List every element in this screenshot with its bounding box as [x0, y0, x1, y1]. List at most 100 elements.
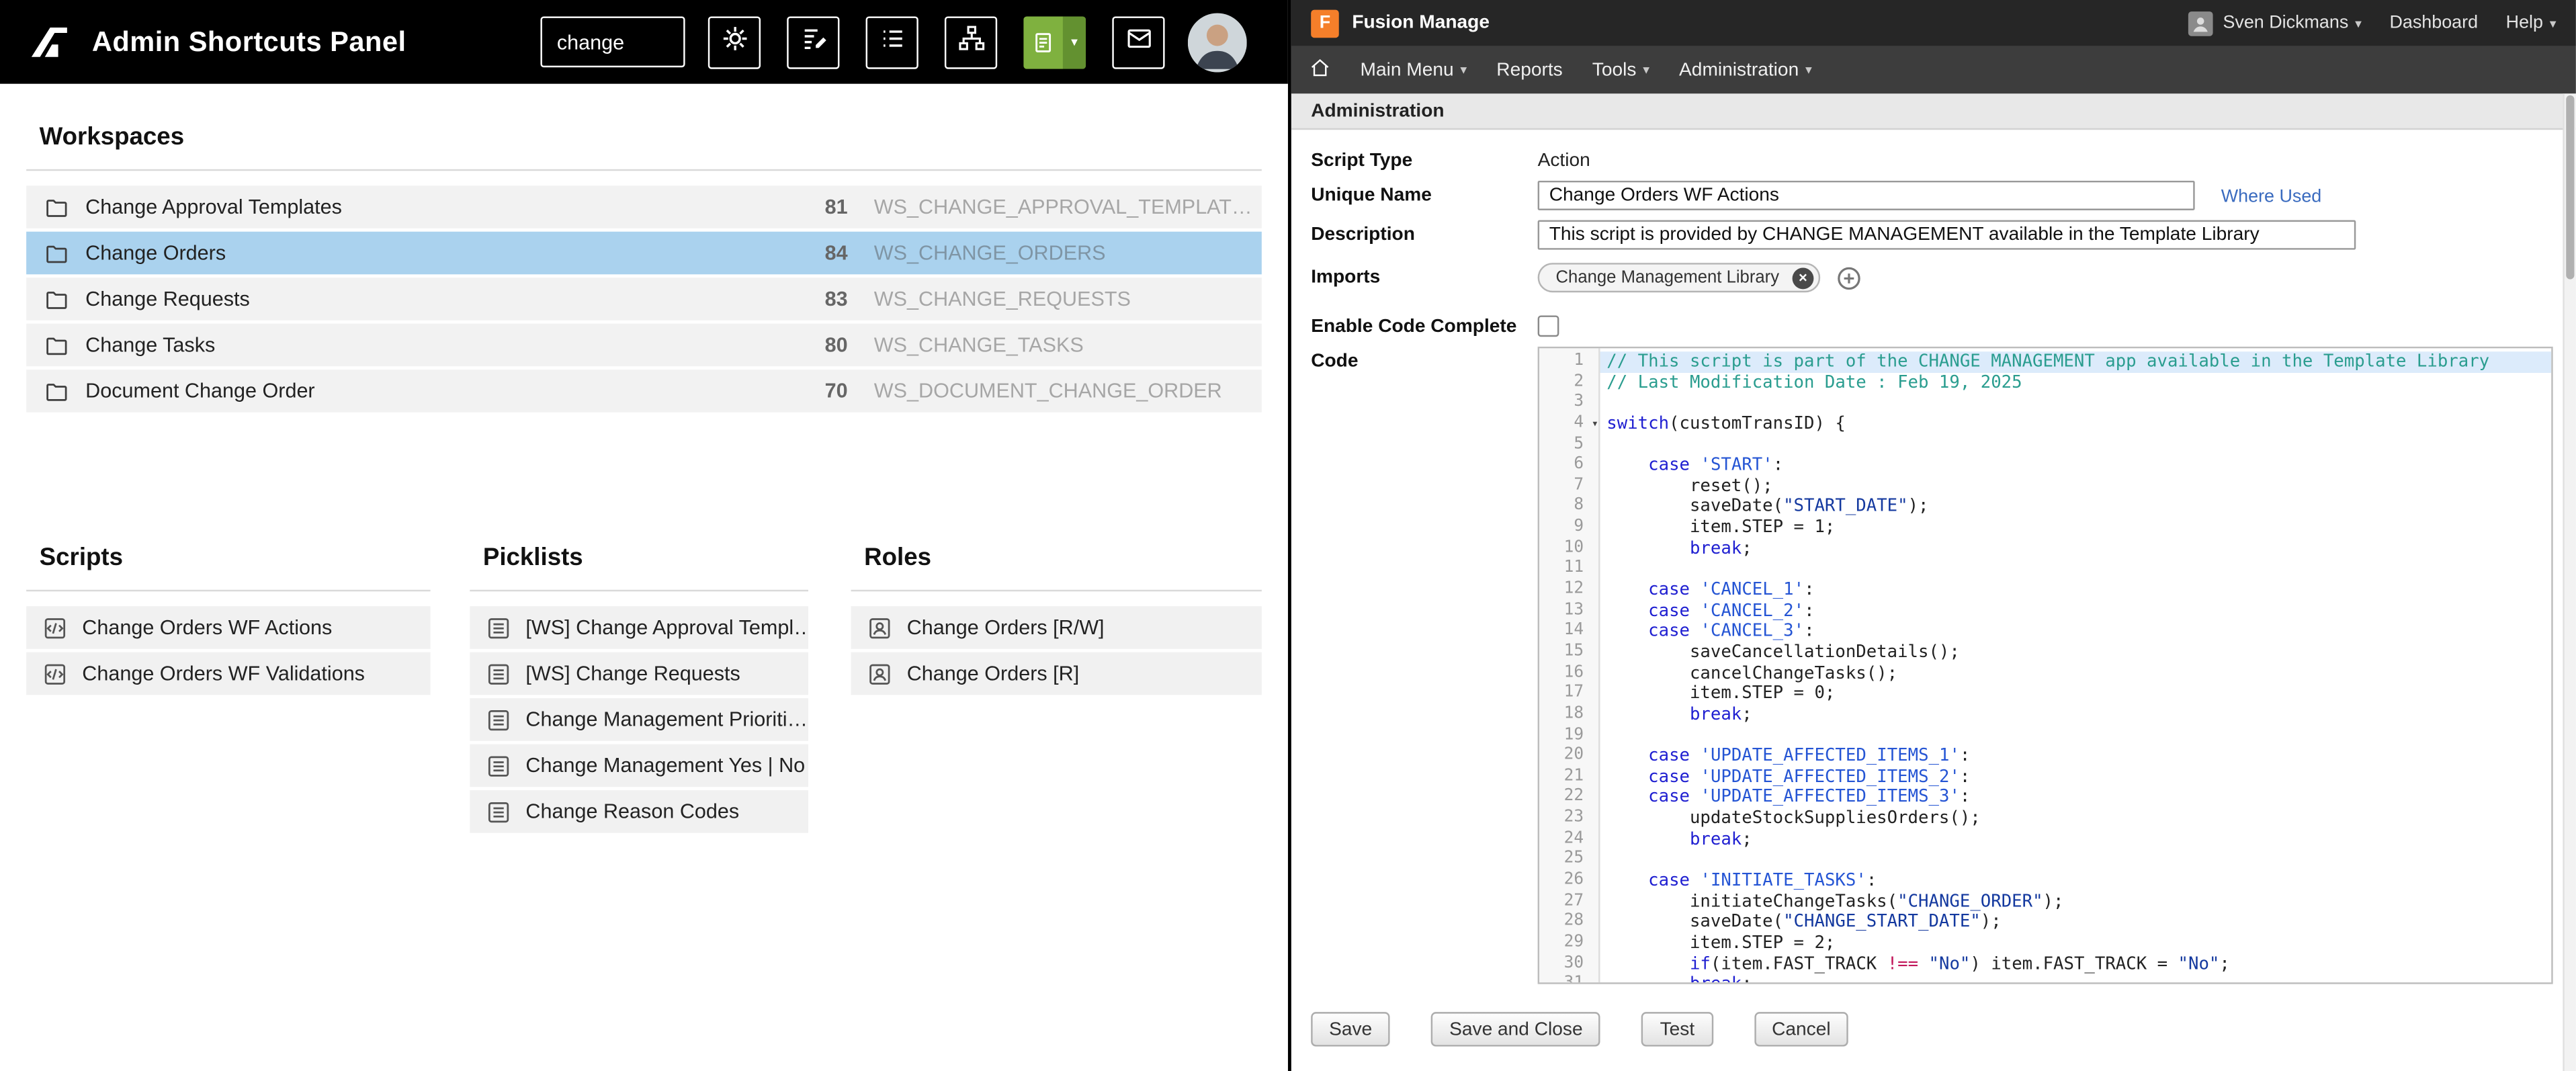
code-area[interactable]: // This script is part of the CHANGE MAN… — [1600, 348, 2552, 982]
script-edit-icon — [800, 24, 828, 60]
script-icon — [26, 615, 82, 640]
picklist-icon — [470, 800, 525, 824]
code-line: ​ — [1600, 393, 2552, 414]
workspace-count: 81 — [772, 196, 847, 218]
line-number: 11 — [1539, 559, 1598, 580]
code-line: saveDate("CHANGE_START_DATE"); — [1600, 912, 2552, 933]
line-number: 3 — [1539, 393, 1598, 414]
code-line: saveCancellationDetails(); — [1600, 642, 2552, 663]
workspace-row-selected[interactable]: Change Orders 84 WS_CHANGE_ORDERS — [26, 232, 1262, 275]
picklist-item[interactable]: Change Reason Codes — [470, 790, 808, 833]
workspace-row[interactable]: Change Requests 83 WS_CHANGE_REQUESTS — [26, 277, 1262, 320]
user-avatar[interactable] — [1188, 12, 1247, 71]
page-title: Administration — [1291, 93, 2576, 130]
add-import-button[interactable] — [1837, 266, 1862, 299]
workspace-label: Change Orders — [85, 241, 772, 264]
role-item[interactable]: Change Orders [R] — [851, 652, 1262, 695]
code-editor[interactable]: 1234▾56789101112131415161718192021222324… — [1538, 347, 2553, 984]
script-icon — [26, 661, 82, 686]
workspace-code: WS_DOCUMENT_CHANGE_ORDER — [848, 380, 1262, 402]
description-input[interactable] — [1538, 220, 2356, 250]
home-button[interactable] — [1310, 56, 1331, 83]
mail-button[interactable] — [1112, 15, 1164, 68]
scrollbar-thumb[interactable] — [2566, 95, 2574, 280]
caret-down-icon: ▾ — [1805, 62, 1812, 77]
right-panel-scrollbar[interactable] — [2563, 93, 2576, 1071]
nav-tools[interactable]: Tools▾ — [1592, 60, 1649, 79]
code-line: case 'UPDATE_AFFECTED_ITEMS_3': — [1600, 787, 2552, 808]
enable-code-complete-checkbox[interactable] — [1538, 315, 1559, 337]
code-line: case 'CANCEL_2': — [1600, 601, 2552, 622]
help-menu[interactable]: Help ▾ — [2506, 13, 2557, 33]
picklist-item[interactable]: [WS] Change Requests — [470, 652, 808, 695]
workspace-row[interactable]: Change Approval Templates 81 WS_CHANGE_A… — [26, 185, 1262, 228]
save-button[interactable]: Save — [1311, 1012, 1390, 1046]
script-item[interactable]: Change Orders WF Actions — [26, 606, 430, 649]
remove-import-icon[interactable]: × — [1793, 267, 1814, 288]
script-type-label: Script Type — [1311, 146, 1537, 171]
picklist-icon — [470, 661, 525, 686]
workspace-row[interactable]: Document Change Order 70 WS_DOCUMENT_CHA… — [26, 370, 1262, 413]
description-label: Description — [1311, 220, 1537, 245]
test-button[interactable]: Test — [1642, 1012, 1713, 1046]
code-line: case 'UPDATE_AFFECTED_ITEMS_2': — [1600, 767, 2552, 787]
line-number: 29 — [1539, 933, 1598, 954]
document-icon[interactable] — [1023, 15, 1063, 68]
search-input[interactable] — [542, 30, 683, 53]
line-number: 4▾ — [1539, 414, 1598, 435]
code-line: saveDate("START_DATE"); — [1600, 497, 2552, 518]
nav-administration[interactable]: Administration▾ — [1679, 60, 1812, 79]
user-menu[interactable]: Sven Dickmans ▾ — [2188, 11, 2362, 36]
quick-create-split-button[interactable]: ▾ — [1023, 15, 1086, 68]
code-line: item.STEP = 0; — [1600, 684, 2552, 705]
picklist-label: [WS] Change Requests — [525, 662, 740, 685]
nav-reports[interactable]: Reports — [1496, 60, 1562, 79]
picklist-item[interactable]: [WS] Change Approval Templ… — [470, 606, 808, 649]
caret-down-icon[interactable]: ▾ — [1063, 15, 1086, 68]
cancel-button[interactable]: Cancel — [1754, 1012, 1848, 1046]
nav-main-menu[interactable]: Main Menu▾ — [1361, 60, 1467, 79]
line-number: 30 — [1539, 954, 1598, 975]
caret-down-icon: ▾ — [1460, 62, 1467, 77]
where-used-link[interactable]: Where Used — [2221, 181, 2321, 207]
folder-icon — [26, 333, 85, 357]
envelope-icon — [1125, 24, 1153, 60]
picklist-item[interactable]: Change Management Prioriti… — [470, 698, 808, 741]
code-line: switch(customTransID) { — [1600, 414, 2552, 435]
gear-icon — [720, 24, 748, 60]
code-line: case 'START': — [1600, 456, 2552, 476]
picklist-icon — [470, 708, 525, 732]
import-chip-label: Change Management Library — [1556, 268, 1780, 288]
picklist-item[interactable]: Change Management Yes | No — [470, 744, 808, 787]
line-number: 16 — [1539, 663, 1598, 684]
unique-name-input[interactable] — [1538, 181, 2195, 210]
search-box — [540, 16, 685, 67]
role-item[interactable]: Change Orders [R/W] — [851, 606, 1262, 649]
line-number: 2 — [1539, 372, 1598, 393]
dashboard-link[interactable]: Dashboard — [2389, 13, 2478, 33]
settings-button[interactable] — [708, 15, 761, 68]
fold-caret-icon[interactable]: ▾ — [1592, 414, 1598, 435]
section-divider — [851, 590, 1262, 591]
picklists-heading: Picklists — [483, 544, 808, 573]
scripts-button[interactable] — [787, 15, 839, 68]
workspace-row[interactable]: Change Tasks 80 WS_CHANGE_TASKS — [26, 324, 1262, 367]
code-line: // Last Modification Date : Feb 19, 2025 — [1600, 372, 2552, 393]
caret-down-icon: ▾ — [2550, 15, 2557, 30]
picklists-button[interactable] — [866, 15, 918, 68]
folder-icon — [26, 287, 85, 312]
code-gutter: 1234▾56789101112131415161718192021222324… — [1539, 348, 1600, 982]
left-app-title: Admin Shortcuts Panel — [92, 26, 406, 58]
line-number: 6 — [1539, 456, 1598, 476]
caret-down-icon: ▾ — [2355, 15, 2362, 30]
save-and-close-button[interactable]: Save and Close — [1431, 1012, 1600, 1046]
workflow-button[interactable] — [945, 15, 997, 68]
left-app-content: Workspaces Change Approval Templates 81 … — [0, 84, 1288, 837]
script-item[interactable]: Change Orders WF Validations — [26, 652, 430, 695]
code-line: case 'CANCEL_1': — [1600, 580, 2552, 601]
workspace-code: WS_CHANGE_APPROVAL_TEMPLAT… — [848, 196, 1262, 218]
import-chip[interactable]: Change Management Library × — [1538, 263, 1821, 292]
line-number: 18 — [1539, 705, 1598, 726]
workspaces-list: Change Approval Templates 81 WS_CHANGE_A… — [26, 185, 1262, 412]
folder-icon — [26, 241, 85, 265]
